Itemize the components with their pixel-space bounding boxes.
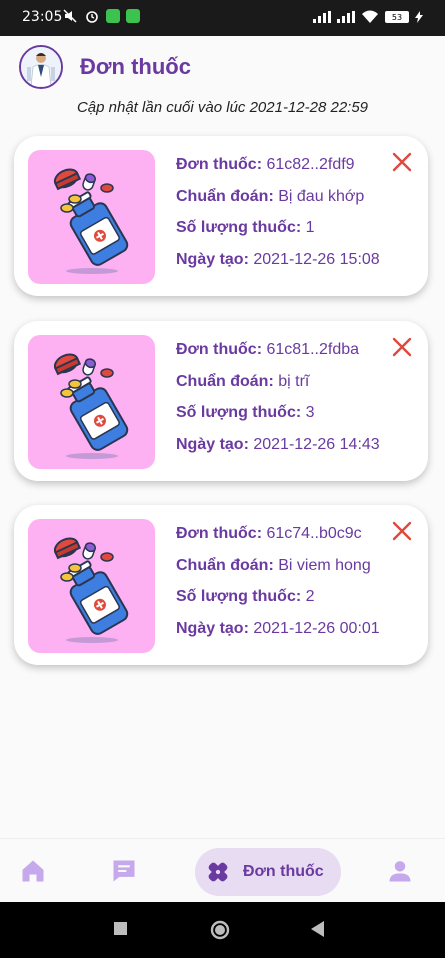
nav-item-prescriptions[interactable]: Đơn thuốc [195,848,341,896]
page-title: Đơn thuốc [80,54,191,79]
prescription-id: 61c82..2fdf9 [266,156,355,173]
header: Đơn thuốc [0,36,445,96]
delete-icon[interactable] [390,519,414,543]
created-date: 2021-12-26 14:43 [253,435,380,453]
bandage-icon [208,862,228,882]
notification-icons [62,8,140,24]
created-date: 2021-12-26 00:01 [253,619,380,637]
medicine-bottle-icon [53,168,129,274]
doctor-avatar-icon [21,47,61,87]
created-row: Ngày tạo: 2021-12-26 00:01 [176,619,380,637]
diagnosis: bị trĩ [278,372,310,390]
diagnosis-row: Chuẩn đoán: bị trĩ [176,372,310,390]
nav-label: Đơn thuốc [243,863,324,880]
quantity: 2 [305,588,315,605]
quantity-row: Số lượng thuốc: 2 [176,588,315,605]
recents-icon[interactable] [114,922,128,936]
person-icon[interactable] [386,857,414,885]
medicine-bottle-icon [53,353,129,459]
prescription-info: Đơn thuốc: 61c74..b0c9c Chuẩn đoán: Bi v… [176,525,380,651]
mute-icon [63,9,77,23]
diagnosis: Bi viem hong [278,556,371,574]
signal-icon [313,11,331,23]
created-row: Ngày tạo: 2021-12-26 15:08 [176,250,380,268]
charging-icon [415,11,423,23]
system-indicators: 53 [313,10,423,24]
diagnosis-row: Chuẩn đoán: Bi viem hong [176,556,371,574]
prescription-id: 61c81..2fdba [266,341,360,358]
prescription-card[interactable]: Đơn thuốc: 61c81..2fdba Chuẩn đoán: bị t… [14,321,428,481]
delete-icon[interactable] [390,335,414,359]
medicine-thumbnail [28,335,155,469]
diagnosis-row: Chuẩn đoán: Bị đau khớp [176,187,365,205]
prescription-card[interactable]: Đơn thuốc: 61c82..2fdf9 Chuẩn đoán: Bị đ… [14,136,428,296]
quantity: 3 [305,404,315,421]
prescription-card[interactable]: Đơn thuốc: 61c74..b0c9c Chuẩn đoán: Bi v… [14,505,428,665]
back-icon[interactable] [311,921,325,937]
quantity: 1 [305,219,315,236]
last-updated-text: Cập nhật lần cuối vào lúc 2021-12-28 22:… [76,99,369,116]
system-nav-bar [0,902,445,958]
avatar[interactable] [19,45,63,89]
prescription-info: Đơn thuốc: 61c82..2fdf9 Chuẩn đoán: Bị đ… [176,156,380,282]
signal-icon [337,11,355,23]
app-notification-icon [126,9,140,23]
status-time: 23:05 [22,9,63,25]
medicine-thumbnail [28,150,155,284]
created-date: 2021-12-26 15:08 [253,250,380,268]
medicine-thumbnail [28,519,155,653]
prescription-id-row: Đơn thuốc: 61c82..2fdf9 [176,156,355,173]
quantity-row: Số lượng thuốc: 3 [176,404,315,421]
diagnosis: Bị đau khớp [278,187,365,205]
medicine-bottle-icon [53,537,129,643]
prescription-id-row: Đơn thuốc: 61c74..b0c9c [176,525,362,542]
home-button-icon[interactable] [209,919,231,941]
delete-icon[interactable] [390,150,414,174]
created-row: Ngày tạo: 2021-12-26 14:43 [176,435,380,453]
prescription-id: 61c74..b0c9c [266,525,362,542]
chat-icon[interactable] [110,857,138,885]
app-notification-icon [106,9,120,23]
prescription-info: Đơn thuốc: 61c81..2fdba Chuẩn đoán: bị t… [176,341,380,467]
quantity-row: Số lượng thuốc: 1 [176,219,315,236]
home-icon[interactable] [19,857,47,885]
wifi-icon [362,10,378,23]
bottom-nav: Đơn thuốc [0,838,445,902]
status-bar: 23:05 53 [0,0,445,36]
app-screen: Đơn thuốc Cập nhật lần cuối vào lúc 2021… [0,36,445,902]
prescription-id-row: Đơn thuốc: 61c81..2fdba [176,341,360,358]
battery-icon: 53 [385,11,409,23]
alarm-icon [86,11,98,23]
